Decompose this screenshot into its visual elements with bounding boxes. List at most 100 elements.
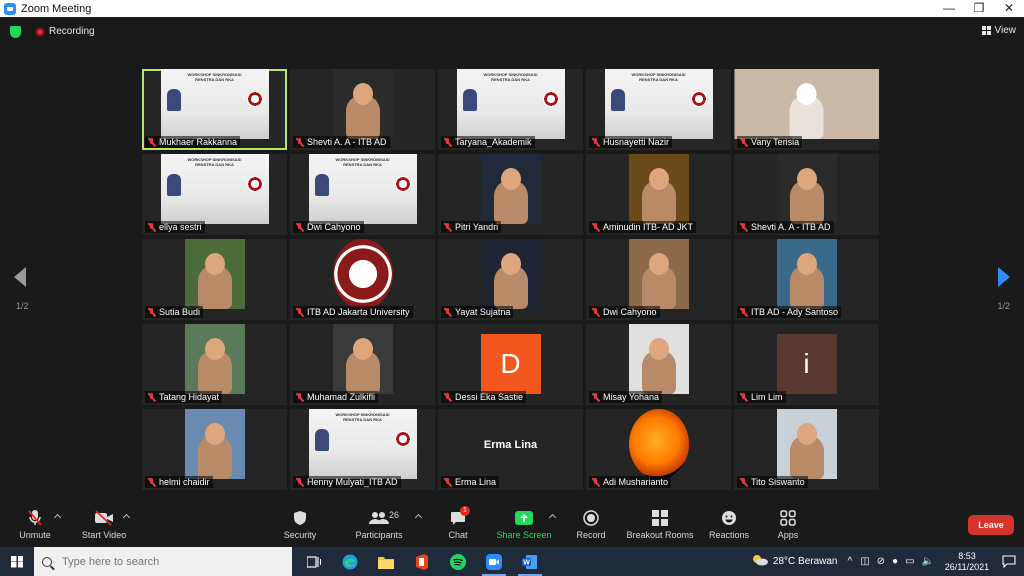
participant-name: Dwi Cahyono [307,222,361,232]
participant-name: Taryana_Akademik [455,137,532,147]
muted-mic-icon [739,307,748,317]
participant-name: ellya sestri [159,222,202,232]
participant-name-tag: helmi chaidir [145,476,213,488]
participant-person-icon [493,265,528,309]
participant-tile[interactable]: WORKSHOP SINKRONISASI RENSTRA DAN RKA Henn… [290,409,435,490]
participant-tile[interactable]: WORKSHOP SINKRONISASI RENSTRA DAN RKA Mukh… [142,69,287,150]
participant-person-icon [641,265,676,309]
muted-mic-icon [739,137,748,147]
muted-mic-icon [443,392,452,402]
encryption-shield-icon[interactable] [10,26,21,38]
participant-tile[interactable]: Tatang Hidayat [142,324,287,405]
participant-name: ITB AD - Ady Santoso [751,307,839,317]
network-icon[interactable]: ▭ [905,556,914,567]
participant-name: Adi Musharianto [603,477,669,487]
participants-button[interactable]: 26 Participants [344,509,414,540]
next-page-arrow-icon[interactable] [998,267,1010,287]
tray-zoom-muted-icon[interactable]: ⊘ [877,556,885,567]
participant-name: Vany Terisia [751,137,800,147]
taskbar-clock[interactable]: 8:53 26/11/2021 [940,551,994,573]
maximize-button[interactable]: ❐ [964,0,994,17]
participant-tile[interactable]: Erma Lina Erma Lina [438,409,583,490]
participant-person-icon [197,265,232,309]
participant-name: Shevti A. A - ITB AD [307,137,387,147]
participants-caret-icon[interactable] [414,513,423,522]
weather-text[interactable]: 28°C Berawan [773,556,838,567]
view-button[interactable]: View [981,25,1016,36]
security-button[interactable]: Security [265,509,335,540]
participant-tile[interactable]: Vany Terisia [734,69,879,150]
chat-button[interactable]: 1 Chat [423,506,493,540]
participant-name-tag: Vany Terisia [737,136,803,148]
participant-tile[interactable]: WORKSHOP SINKRONISASI RENSTRA DAN RKA Dwi … [290,154,435,235]
task-view-icon[interactable] [296,547,332,576]
participant-tile[interactable]: WORKSHOP SINKRONISASI RENSTRA DAN RKA Husn… [586,69,731,150]
muted-mic-icon [443,137,452,147]
participant-tile[interactable]: Tito Siswanto [734,409,879,490]
security-label: Security [283,530,317,540]
participant-tile[interactable]: Shevti A. A - ITB AD [290,69,435,150]
notification-center-icon[interactable] [994,555,1024,568]
volume-icon[interactable]: 🔈 [922,556,934,567]
participant-name-tag: Erma Lina [441,476,500,488]
weather-icon [751,554,769,569]
participant-tile[interactable]: ITB AD Jakarta University [290,239,435,320]
apps-icon [778,509,798,527]
muted-mic-icon [739,222,748,232]
minimize-button[interactable]: — [934,0,964,17]
taskbar-search-input[interactable] [62,555,262,568]
participant-name: ITB AD Jakarta University [307,307,410,317]
tray-app-icon[interactable]: ◫ [860,556,869,567]
tray-chevron-up-icon[interactable]: ^ [848,556,853,567]
office-icon[interactable] [404,547,440,576]
file-explorer-icon[interactable] [368,547,404,576]
participant-name: Mukhaer Rakkanna [159,137,238,147]
participant-tile[interactable]: Aminudin ITB- AD JKT [586,154,731,235]
participant-tile[interactable]: Dwi Cahyono [586,239,731,320]
record-button[interactable]: Record [556,509,626,540]
share-screen-button[interactable]: Share Screen [489,509,559,540]
word-icon[interactable]: W [512,547,548,576]
participant-name-tag: Shevti A. A - ITB AD [737,221,834,233]
participant-tile[interactable]: Misay Yohana [586,324,731,405]
participant-tile[interactable]: Shevti A. A - ITB AD [734,154,879,235]
previous-page-arrow-icon[interactable] [14,267,26,287]
participant-name-tag: Muhamad Zulkifli [293,391,379,403]
apps-button[interactable]: Apps [753,509,823,540]
windows-taskbar: W 28°C Berawan ^ ◫ ⊘ ● ▭ 🔈 8:53 26/11/20… [0,547,1024,576]
participant-tile[interactable]: Sutia Budi [142,239,287,320]
participant-video [480,154,541,224]
unmute-button[interactable]: Unmute [0,509,70,540]
edge-browser-icon[interactable] [332,547,368,576]
participant-tile[interactable]: i Lim Lim [734,324,879,405]
participant-tile[interactable]: Pitri Yandri [438,154,583,235]
participant-tile[interactable]: D Dessi Eka Sastie [438,324,583,405]
participant-tile[interactable]: WORKSHOP SINKRONISASI RENSTRA DAN RKA elly… [142,154,287,235]
participant-tile[interactable]: Muhamad Zulkifli [290,324,435,405]
zoom-taskbar-icon[interactable] [476,547,512,576]
reactions-smiley-icon [719,509,739,527]
participant-tile[interactable]: helmi chaidir [142,409,287,490]
participant-tile[interactable]: Yayat Sujatna [438,239,583,320]
participant-tile[interactable]: Adi Musharianto [586,409,731,490]
muted-mic-icon [295,307,304,317]
leave-button[interactable]: Leave [968,515,1014,535]
start-video-button[interactable]: Start Video [69,509,139,540]
muted-mic-icon [591,137,600,147]
taskbar-search[interactable] [34,547,292,576]
spotify-icon[interactable] [440,547,476,576]
participant-video [734,69,879,139]
breakout-rooms-button[interactable]: Breakout Rooms [625,509,695,540]
close-button[interactable]: ✕ [994,0,1024,17]
tray-mic-icon[interactable]: ● [892,556,898,567]
participant-tile[interactable]: WORKSHOP SINKRONISASI RENSTRA DAN RKA Tary… [438,69,583,150]
muted-mic-icon [591,392,600,402]
breakout-rooms-label: Breakout Rooms [626,530,694,540]
muted-mic-icon [591,477,600,487]
university-seal-icon [332,239,393,309]
participant-tile[interactable]: ITB AD - Ady Santoso [734,239,879,320]
participant-video [332,69,393,139]
participant-video [332,324,393,394]
shared-slide-video: WORKSHOP SINKRONISASI RENSTRA DAN RKA [308,154,417,224]
start-button[interactable] [0,547,34,576]
